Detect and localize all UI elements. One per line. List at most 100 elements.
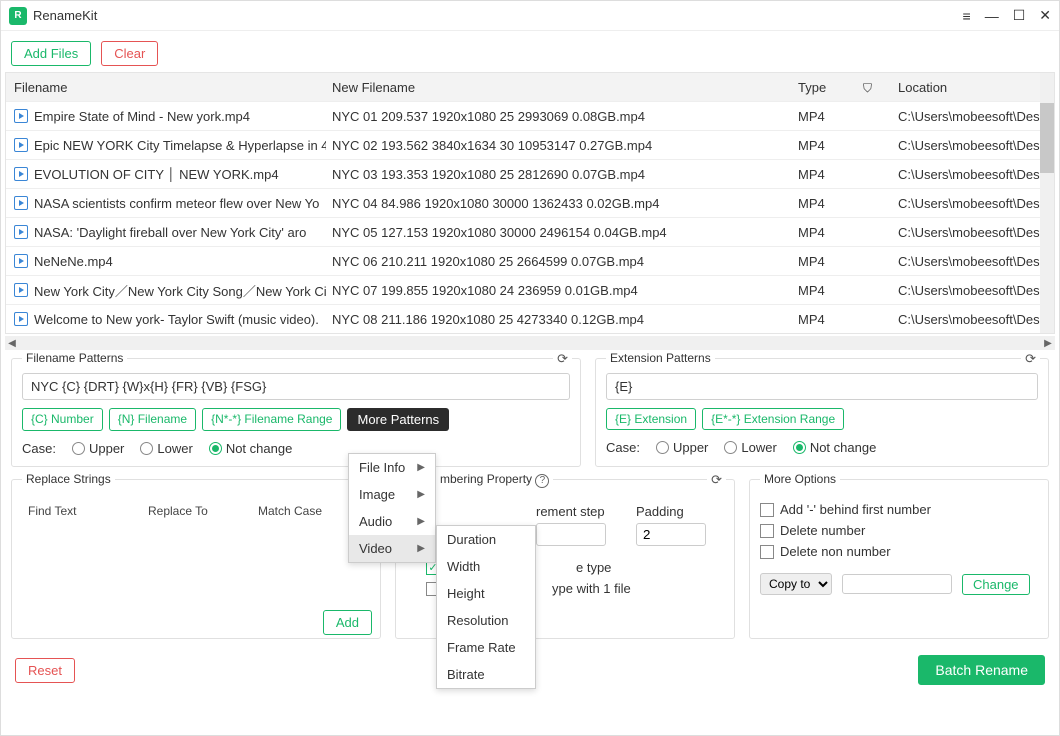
cell-type: MP4 (792, 254, 892, 269)
label-increment-step: rement step (536, 504, 606, 519)
menu-image[interactable]: Image▶ (349, 481, 435, 508)
checkbox-dash[interactable] (760, 503, 774, 517)
checkbox-del-non-number[interactable] (760, 545, 774, 559)
cell-new-filename: NYC 03 193.353 1920x1080 25 2812690 0.07… (326, 167, 792, 182)
radio-lower[interactable]: Lower (140, 441, 192, 456)
cell-location: C:\Users\mobeesoft\Deskt (892, 196, 1054, 211)
radio-ext-lower[interactable]: Lower (724, 440, 776, 455)
submenu-duration[interactable]: Duration (437, 526, 535, 553)
cell-location: C:\Users\mobeesoft\Deskt (892, 283, 1054, 298)
column-type[interactable]: Type⛉ (792, 80, 892, 95)
extension-pattern-input[interactable] (606, 373, 1038, 400)
close-icon[interactable]: ✕ (1039, 7, 1051, 24)
menu-video[interactable]: Video▶ (349, 535, 435, 562)
clear-button[interactable]: Clear (101, 41, 158, 66)
table-row[interactable]: NASA: 'Daylight fireball over New York C… (6, 218, 1054, 247)
titlebar: R RenameKit ≡ — ☐ ✕ (1, 1, 1059, 31)
cell-new-filename: NYC 07 199.855 1920x1080 24 236959 0.01G… (326, 283, 792, 298)
cell-type: MP4 (792, 225, 892, 240)
label-dash: Add '-' behind first number (780, 502, 931, 517)
cell-new-filename: NYC 01 209.537 1920x1080 25 2993069 0.08… (326, 109, 792, 124)
checkbox-del-number[interactable] (760, 524, 774, 538)
menu-audio[interactable]: Audio▶ (349, 508, 435, 535)
help-icon[interactable]: ? (535, 474, 549, 488)
maximize-icon[interactable]: ☐ (1013, 7, 1026, 24)
radio-upper[interactable]: Upper (72, 441, 124, 456)
table-row[interactable]: NeNeNe.mp4 NYC 06 210.211 1920x1080 25 26… (6, 247, 1054, 276)
panel-title: mbering Property ? (436, 472, 553, 488)
chevron-right-icon: ▶ (417, 489, 425, 500)
submenu-frame-rate[interactable]: Frame Rate (437, 634, 535, 661)
tag-extension-range[interactable]: {E*-*} Extension Range (702, 408, 844, 430)
app-title: RenameKit (33, 8, 963, 23)
tag-number[interactable]: {C} Number (22, 408, 103, 431)
chevron-right-icon: ▶ (417, 516, 425, 527)
radio-ext-upper[interactable]: Upper (656, 440, 708, 455)
reset-button[interactable]: Reset (15, 658, 75, 683)
tag-extension[interactable]: {E} Extension (606, 408, 696, 430)
cell-new-filename: NYC 05 127.153 1920x1080 30000 2496154 0… (326, 225, 792, 240)
panel-title: Filename Patterns (22, 351, 127, 365)
filter-icon[interactable]: ⛉ (863, 81, 872, 96)
padding-input[interactable] (636, 523, 706, 546)
table-row[interactable]: Welcome to New york- Taylor Swift (music… (6, 305, 1054, 334)
radio-ext-not-change[interactable]: Not change (793, 440, 877, 455)
cell-filename: NASA scientists confirm meteor flew over… (34, 196, 319, 211)
column-filename[interactable]: Filename (6, 80, 326, 95)
cell-type: MP4 (792, 312, 892, 327)
submenu-width[interactable]: Width (437, 553, 535, 580)
app-icon: R (9, 7, 27, 25)
add-replace-button[interactable]: Add (323, 610, 372, 635)
table-row[interactable]: NASA scientists confirm meteor flew over… (6, 189, 1054, 218)
cell-filename: Empire State of Mind - New york.mp4 (34, 109, 250, 124)
minimize-icon[interactable]: — (985, 8, 999, 24)
col-replace-to: Replace To (148, 504, 258, 518)
submenu-height[interactable]: Height (437, 580, 535, 607)
table-row[interactable]: EVOLUTION OF CITY │ NEW YORK.mp4NYC 03 1… (6, 160, 1054, 189)
add-files-button[interactable]: Add Files (11, 41, 91, 66)
cell-location: C:\Users\mobeesoft\Deskt (892, 254, 1054, 269)
change-button[interactable]: Change (962, 574, 1030, 595)
refresh-icon[interactable]: ⟳ (553, 351, 572, 367)
more-options-panel: More Options Add '-' behind first number… (749, 479, 1049, 639)
col-find-text: Find Text (28, 504, 148, 518)
refresh-icon[interactable]: ⟳ (1021, 351, 1040, 367)
video-file-icon (14, 225, 28, 239)
table-row[interactable]: New York City／New York City Song／New Yor… (6, 276, 1054, 305)
label-padding: Padding (636, 504, 706, 519)
radio-not-change[interactable]: Not change (209, 441, 293, 456)
cell-location: C:\Users\mobeesoft\Deskt (892, 109, 1054, 124)
menu-file-info[interactable]: File Info▶ (349, 454, 435, 481)
replace-strings-panel: Replace Strings Find Text Replace To Mat… (11, 479, 381, 639)
menu-icon[interactable]: ≡ (963, 8, 971, 24)
step-input[interactable] (536, 523, 606, 546)
cell-type: MP4 (792, 167, 892, 182)
submenu-resolution[interactable]: Resolution (437, 607, 535, 634)
chevron-right-icon: ▶ (417, 543, 425, 554)
cell-type: MP4 (792, 109, 892, 124)
cell-new-filename: NYC 02 193.562 3840x1634 30 10953147 0.2… (326, 138, 792, 153)
column-new-filename[interactable]: New Filename (326, 80, 792, 95)
tag-filename-range[interactable]: {N*-*} Filename Range (202, 408, 341, 431)
cell-location: C:\Users\mobeesoft\Deskt (892, 225, 1054, 240)
label-del-non-number: Delete non number (780, 544, 891, 559)
tag-filename[interactable]: {N} Filename (109, 408, 196, 431)
more-patterns-button[interactable]: More Patterns (347, 408, 449, 431)
cell-location: C:\Users\mobeesoft\Deskt (892, 138, 1054, 153)
cell-new-filename: NYC 06 210.211 1920x1080 25 2664599 0.07… (326, 254, 792, 269)
filename-patterns-panel: Filename Patterns ⟳ {C} Number {N} Filen… (11, 358, 581, 467)
table-row[interactable]: Empire State of Mind - New york.mp4 NYC 0… (6, 102, 1054, 131)
filename-pattern-input[interactable] (22, 373, 570, 400)
batch-rename-button[interactable]: Batch Rename (918, 655, 1045, 685)
copy-to-input[interactable] (842, 574, 952, 594)
vertical-scrollbar[interactable] (1040, 73, 1054, 333)
submenu-bitrate[interactable]: Bitrate (437, 661, 535, 688)
column-location[interactable]: Location (892, 80, 1054, 95)
cell-filename: NeNeNe.mp4 (34, 254, 113, 269)
video-file-icon (14, 167, 28, 181)
table-row[interactable]: Epic NEW YORK City Timelapse & Hyperlaps… (6, 131, 1054, 160)
video-file-icon (14, 283, 28, 297)
horizontal-scrollbar[interactable]: ◀▶ (5, 336, 1055, 350)
refresh-icon[interactable]: ⟳ (707, 472, 726, 488)
copy-to-select[interactable]: Copy to (760, 573, 832, 595)
